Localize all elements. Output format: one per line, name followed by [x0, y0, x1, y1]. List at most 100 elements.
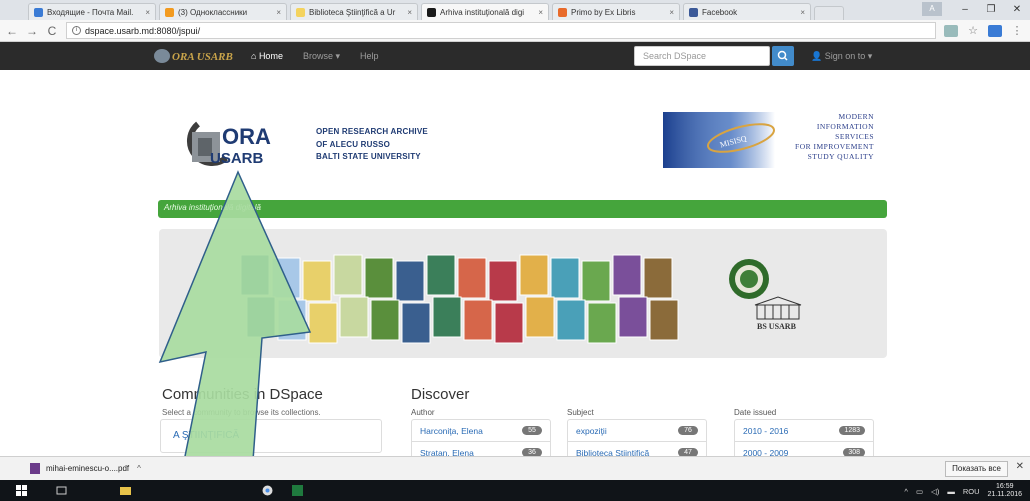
volume-icon[interactable]: ◁)	[931, 487, 939, 496]
browser-tab[interactable]: Arhiva instituţională digi ×	[421, 3, 549, 20]
file-explorer-icon[interactable]	[120, 485, 131, 496]
translate-extension-icon[interactable]	[944, 24, 958, 37]
logo-line-1: OPEN RESEARCH ARCHIVE	[316, 127, 428, 136]
book-cover-image	[618, 296, 648, 338]
tab-close-icon[interactable]: ×	[669, 8, 674, 17]
dspace-brand-logo[interactable]: ORA USARB	[152, 47, 234, 65]
extension-icon[interactable]	[988, 24, 1002, 37]
new-tab-button[interactable]	[814, 6, 844, 20]
windows-start-icon[interactable]	[16, 485, 27, 496]
profile-button[interactable]: A	[922, 2, 942, 16]
banner-jumbotron: BS USARB	[159, 229, 887, 358]
tab-close-icon[interactable]: ×	[538, 8, 543, 17]
clock-date: 21.11.2016	[987, 491, 1022, 498]
browser-tab[interactable]: Facebook ×	[683, 3, 811, 20]
nav-browse[interactable]: Browse ▾	[303, 51, 340, 62]
book-cover-image	[643, 257, 673, 299]
tab-close-icon[interactable]: ×	[800, 8, 805, 17]
network-icon[interactable]: ▭	[916, 487, 923, 496]
facet-heading: Author	[411, 408, 435, 417]
maximize-button[interactable]: ❐	[978, 4, 1004, 15]
tab-title: Biblioteca Ştiinţifică a Ur	[309, 7, 396, 17]
tray-chevron-icon[interactable]: ^	[904, 487, 908, 496]
site-info-icon[interactable]: i	[72, 26, 81, 35]
language-indicator[interactable]: ROU	[963, 487, 980, 496]
book-cover-image	[550, 257, 580, 299]
chrome-taskbar-icon[interactable]	[262, 485, 273, 496]
book-cover-image	[271, 257, 301, 299]
clock-time: 16:59	[995, 483, 1014, 490]
excel-taskbar-icon[interactable]	[292, 485, 303, 496]
logo-caption: OPEN RESEARCH ARCHIVE OF ALECU RUSSO BAL…	[316, 126, 428, 164]
dspace-navbar: ORA USARB ⌂ Home Browse ▾ Help Search DS…	[0, 42, 1030, 70]
search-input[interactable]: Search DSpace	[634, 46, 770, 66]
logo-word-usarb: USARB	[210, 150, 264, 167]
search-button[interactable]	[772, 46, 794, 66]
bs-usarb-label: BS USARB	[757, 322, 797, 331]
clock[interactable]: 16:59 21.11.2016	[987, 483, 1022, 499]
community-item[interactable]: A ŞTIINŢIFICĂ	[160, 419, 382, 453]
book-cover-image	[519, 254, 549, 296]
communities-subtitle: Select a community to browse its collect…	[162, 408, 321, 417]
library-building-icon	[754, 296, 802, 320]
screen: Входящие - Почта Mail. × (3) Одноклассники…	[0, 0, 1030, 501]
tab-favicon-icon	[296, 7, 305, 17]
mis-line-1: MODERN	[838, 112, 874, 121]
keyboard-icon[interactable]: ▬	[947, 487, 955, 496]
facet-label: Harconiţa, Elena	[420, 425, 483, 436]
facet-row[interactable]: Harconiţa, Elena 55	[412, 420, 550, 442]
breadcrumb[interactable]: Arhiva instituţională digitală	[158, 200, 887, 218]
download-shelf: mihai-eminescu-o....pdf ^ Показать все ✕	[0, 456, 1030, 480]
minimize-button[interactable]: –	[952, 4, 978, 15]
facet-label: 2010 - 2016	[743, 425, 789, 436]
sign-on-label: Sign on to ▾	[824, 51, 873, 61]
facet-heading: Subject	[567, 408, 594, 417]
book-cover-image	[277, 299, 307, 341]
book-cover-image	[581, 260, 611, 302]
book-cover-image	[395, 260, 425, 302]
seal-core-icon	[740, 270, 758, 288]
book-cover-image	[246, 296, 276, 338]
reload-button[interactable]: C	[46, 24, 58, 38]
mis-line-4: FOR IMPROVEMENT	[795, 142, 874, 151]
back-button[interactable]: ←	[6, 24, 18, 38]
show-all-downloads-button[interactable]: Показать все	[945, 461, 1008, 477]
browser-tab[interactable]: Primo by Ex Libris ×	[552, 3, 680, 20]
mis-line-3: SERVICES	[835, 132, 874, 141]
task-view-icon[interactable]	[56, 485, 67, 496]
close-window-button[interactable]: ✕	[1004, 4, 1030, 15]
menu-icon[interactable]: ⋮	[1010, 25, 1024, 37]
tab-close-icon[interactable]: ×	[276, 8, 281, 17]
book-cover-image	[488, 260, 518, 302]
sign-on-menu[interactable]: 👤 Sign on to ▾	[811, 51, 872, 62]
tab-favicon-icon	[427, 7, 436, 17]
tab-close-icon[interactable]: ×	[145, 8, 150, 17]
browser-tab[interactable]: Biblioteca Ştiinţifică a Ur ×	[290, 3, 418, 20]
close-shelf-button[interactable]: ✕	[1016, 461, 1024, 472]
download-options-chevron[interactable]: ^	[137, 464, 141, 473]
browser-tab[interactable]: Входящие - Почта Mail. ×	[28, 3, 156, 20]
tab-title: Arhiva instituţională digi	[440, 7, 525, 17]
book-cover-image	[457, 257, 487, 299]
url-field[interactable]: i dspace.usarb.md:8080/jspui/	[66, 22, 936, 39]
browser-tab[interactable]: (3) Одноклассники ×	[159, 3, 287, 20]
nav-help[interactable]: Help	[360, 51, 379, 61]
window-controls: A – ❐ ✕	[922, 0, 1030, 18]
book-cover-image	[432, 296, 462, 338]
facet-row[interactable]: expoziţii 76	[568, 420, 706, 442]
forward-button[interactable]: →	[26, 24, 38, 38]
tab-close-icon[interactable]: ×	[407, 8, 412, 17]
pdf-file-icon	[30, 463, 40, 474]
nav-home-label: Home	[258, 51, 283, 61]
nav-home[interactable]: ⌂ Home	[251, 51, 283, 61]
book-cover-image	[525, 296, 555, 338]
logo-line-3: BALTI STATE UNIVERSITY	[316, 152, 421, 161]
logo-line-2: OF ALECU RUSSO	[316, 139, 391, 149]
bookmark-star-icon[interactable]: ☆	[966, 25, 980, 37]
facet-row[interactable]: 2010 - 2016 1283	[735, 420, 873, 442]
discover-title: Discover	[411, 386, 470, 403]
book-cover-image	[401, 302, 431, 344]
banner-collage: BS USARB	[240, 254, 802, 344]
browser-tab-strip: Входящие - Почта Mail. × (3) Одноклассники…	[0, 0, 1030, 20]
download-file-name[interactable]: mihai-eminescu-o....pdf	[46, 464, 129, 473]
